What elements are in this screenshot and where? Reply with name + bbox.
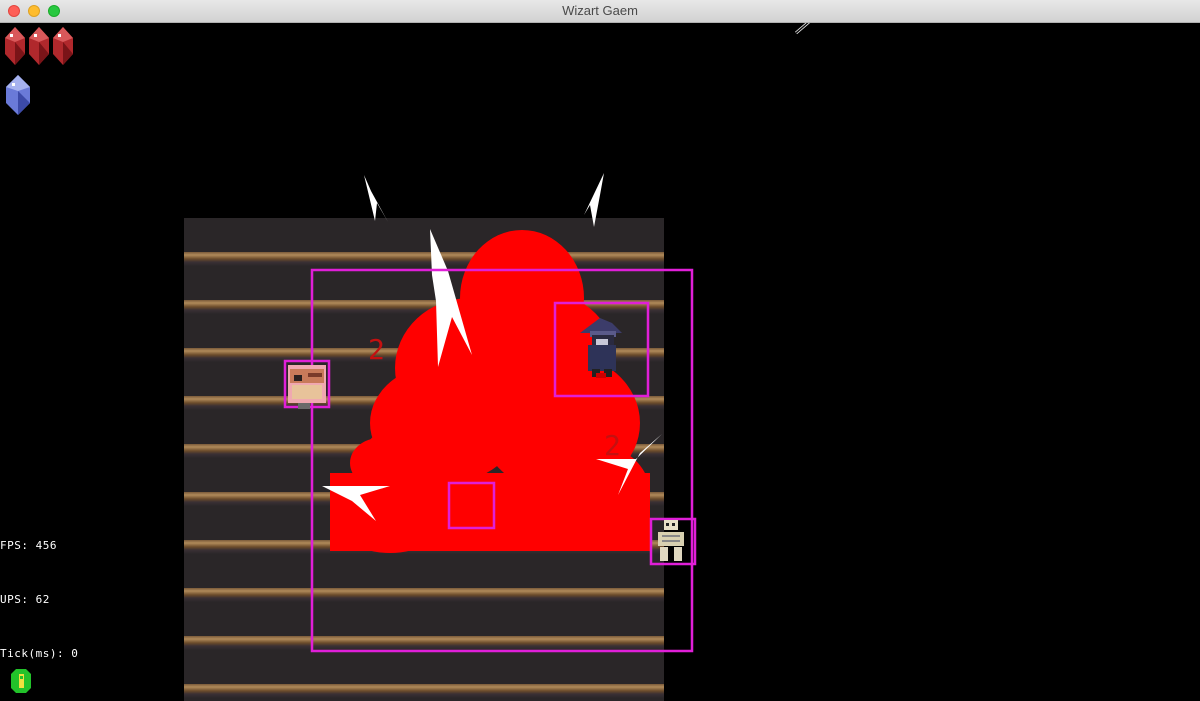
window-title: Wizart Gaem <box>562 3 638 18</box>
mimic-chest-enemy-sprite <box>288 365 326 409</box>
ice-shard-projectile <box>364 175 388 222</box>
fire-blast-area <box>330 230 650 553</box>
coin-icon <box>11 669 31 693</box>
window-title-bar: Wizart Gaem <box>0 0 1200 23</box>
ups-counter: UPS: 62 <box>0 593 50 606</box>
game-scene: 2 2 <box>283 173 697 653</box>
skeleton-enemy-sprite <box>658 520 684 561</box>
tick-counter: Tick(ms): 0 <box>0 647 79 660</box>
ice-shard-projectile <box>584 173 604 227</box>
fps-counter: FPS: 456 <box>0 539 57 552</box>
damage-number: 2 <box>368 333 385 366</box>
damage-number: 2 <box>604 429 621 462</box>
game-viewport[interactable]: 2 2 FPS: 456 UPS: 62 Tick(ms): 0 <box>0 23 1200 701</box>
